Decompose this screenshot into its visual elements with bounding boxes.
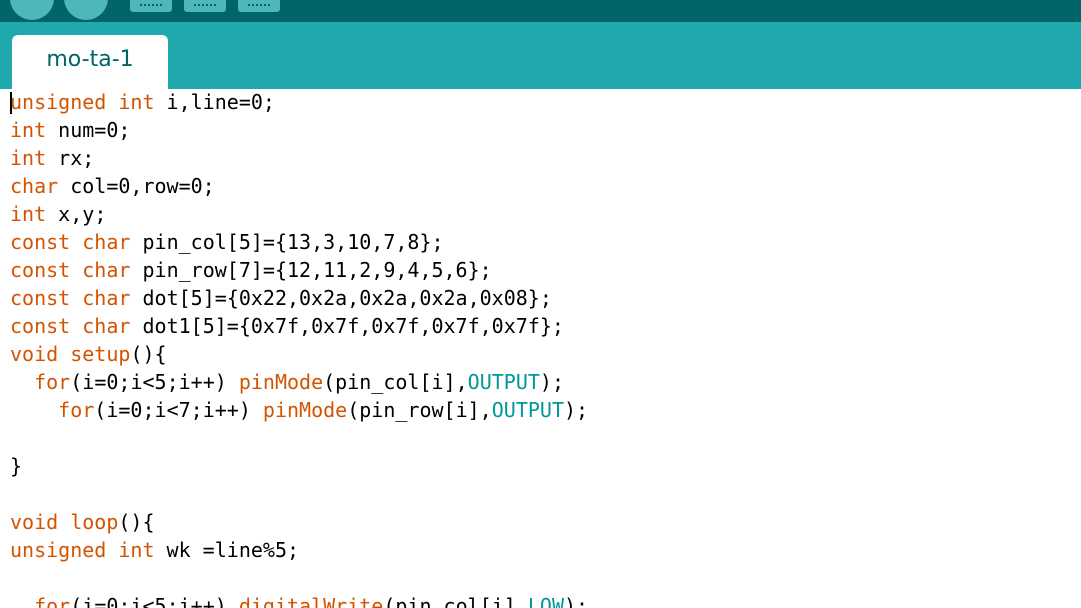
code-line: for(i=0;i<5;i++) digitalWrite(pin_col[i]… <box>34 594 589 608</box>
code-line: const char dot[5]={0x22,0x2a,0x2a,0x2a,0… <box>10 286 552 310</box>
code-line: void loop(){ <box>10 510 155 534</box>
code-line: unsigned int wk =line%5; <box>10 538 300 562</box>
code-line: const char dot1[5]={0x7f,0x7f,0x7f,0x7f,… <box>10 314 564 338</box>
new-button[interactable] <box>130 0 172 12</box>
save-button[interactable] <box>238 0 280 12</box>
tab-bar: mo-ta-1 <box>0 22 1081 89</box>
code-line: int num=0; <box>10 118 131 142</box>
code-line: unsigned int i,line=0; <box>10 90 275 114</box>
code-line: char col=0,row=0; <box>10 174 215 198</box>
open-button[interactable] <box>184 0 226 12</box>
code-line: } <box>10 454 23 478</box>
upload-button[interactable] <box>64 0 108 20</box>
code-line: const char pin_col[5]={13,3,10,7,8}; <box>10 230 444 254</box>
code-line: int x,y; <box>10 202 107 226</box>
tab-mo-ta-1[interactable]: mo-ta-1 <box>12 35 168 89</box>
toolbar <box>0 0 1081 22</box>
code-line: for(i=0;i<7;i++) pinMode(pin_row[i],OUTP… <box>58 398 589 422</box>
code-line: int rx; <box>10 146 95 170</box>
verify-button[interactable] <box>10 0 54 20</box>
code-line: const char pin_row[7]={12,11,2,9,4,5,6}; <box>10 258 492 282</box>
code-editor[interactable]: unsigned int i,line=0; int num=0; int rx; c… <box>0 89 1081 608</box>
code-line: for(i=0;i<5;i++) pinMode(pin_col[i],OUTP… <box>34 370 564 394</box>
code-area[interactable]: unsigned int i,line=0; int num=0; int rx; c… <box>10 89 588 608</box>
code-line: void setup(){ <box>10 342 167 366</box>
